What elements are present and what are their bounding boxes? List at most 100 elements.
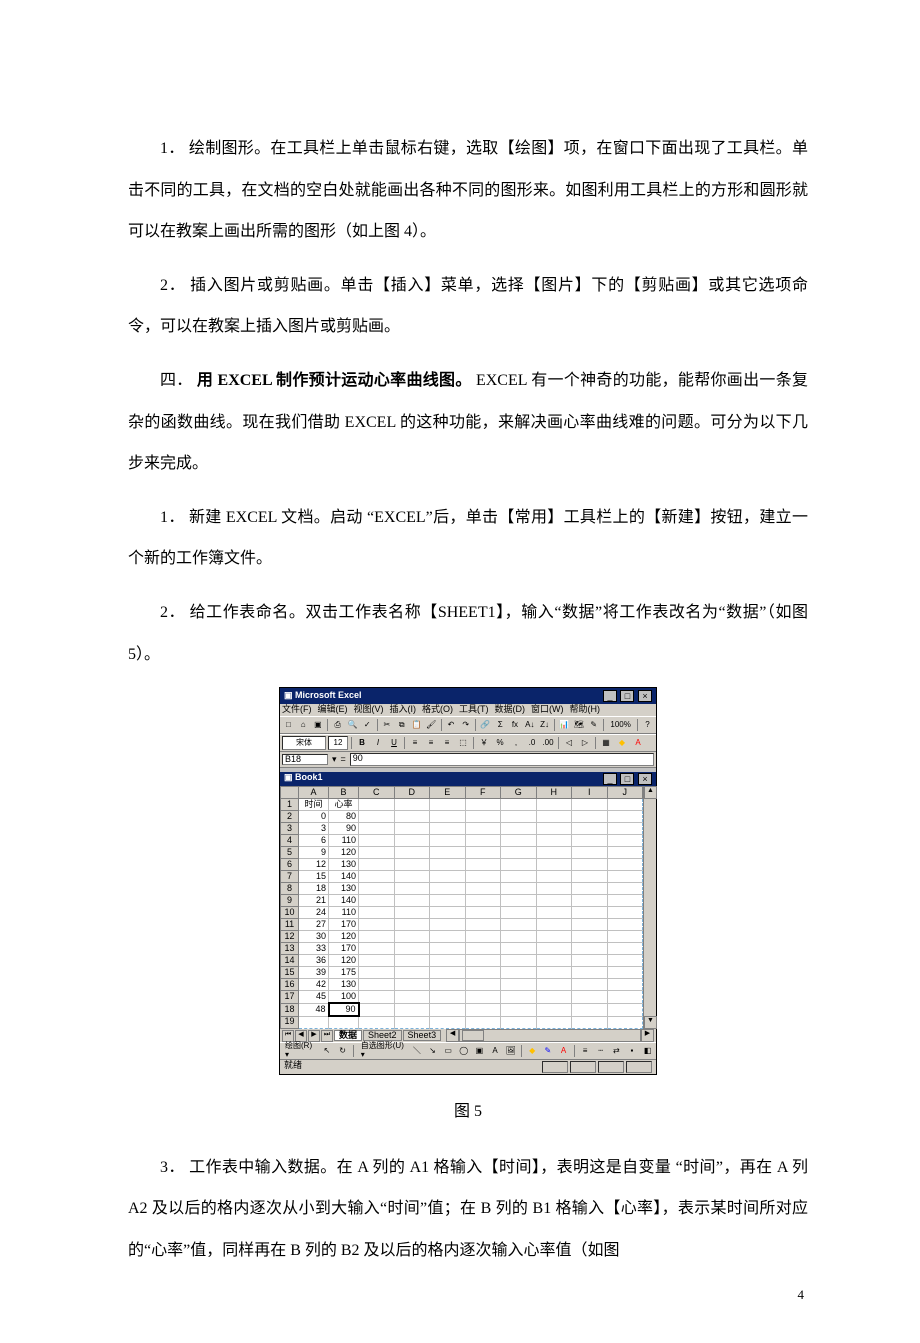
- save-icon[interactable]: ▣: [312, 718, 325, 732]
- cut-icon[interactable]: ✂: [381, 718, 394, 732]
- sort-asc-icon[interactable]: A↓: [523, 718, 536, 732]
- cell[interactable]: [501, 979, 537, 991]
- cell[interactable]: [572, 811, 608, 823]
- row-header[interactable]: 13: [281, 943, 299, 955]
- cell[interactable]: [501, 955, 537, 967]
- menu-insert[interactable]: 插入(I): [390, 705, 417, 715]
- cell[interactable]: [465, 943, 501, 955]
- cell[interactable]: 110: [329, 907, 359, 919]
- drawing-icon[interactable]: ✎: [587, 718, 600, 732]
- undo-icon[interactable]: ↶: [445, 718, 458, 732]
- cell[interactable]: 90: [329, 823, 359, 835]
- cell[interactable]: [501, 823, 537, 835]
- close-button[interactable]: ×: [638, 690, 652, 702]
- col-F[interactable]: F: [465, 787, 501, 799]
- tab-next-icon[interactable]: ▶: [308, 1030, 320, 1042]
- cell[interactable]: [465, 799, 501, 811]
- col-C[interactable]: C: [359, 787, 395, 799]
- cell[interactable]: [430, 835, 466, 847]
- cell[interactable]: [394, 979, 430, 991]
- row-header[interactable]: 19: [281, 1016, 299, 1029]
- cell[interactable]: [359, 859, 395, 871]
- cell[interactable]: 120: [329, 847, 359, 859]
- cell[interactable]: [536, 859, 572, 871]
- cell[interactable]: [465, 883, 501, 895]
- cell[interactable]: [394, 823, 430, 835]
- tab-first-icon[interactable]: ⏮: [282, 1030, 294, 1042]
- cell[interactable]: [359, 871, 395, 883]
- cell[interactable]: [465, 823, 501, 835]
- inc-decimal-icon[interactable]: .0: [525, 736, 539, 750]
- col-J[interactable]: J: [607, 787, 643, 799]
- cell[interactable]: [607, 835, 643, 847]
- scroll-left-icon[interactable]: ◀: [446, 1029, 459, 1042]
- cell[interactable]: [607, 799, 643, 811]
- cell[interactable]: [430, 979, 466, 991]
- cell[interactable]: [572, 943, 608, 955]
- dropdown-icon[interactable]: ▾: [332, 755, 337, 765]
- cell[interactable]: [607, 991, 643, 1004]
- arrow-icon[interactable]: ↘: [426, 1044, 439, 1058]
- cell[interactable]: [572, 847, 608, 859]
- cell[interactable]: [501, 907, 537, 919]
- print-icon[interactable]: ⎙: [331, 718, 344, 732]
- row-header[interactable]: 2: [281, 811, 299, 823]
- redo-icon[interactable]: ↷: [459, 718, 472, 732]
- col-G[interactable]: G: [501, 787, 537, 799]
- cell[interactable]: 48: [299, 1003, 329, 1016]
- fill-color-btn-icon[interactable]: ◆: [526, 1044, 539, 1058]
- autoshapes-menu[interactable]: 自选图形(U) ▾: [358, 1044, 408, 1058]
- cell[interactable]: [607, 979, 643, 991]
- cell[interactable]: [536, 1016, 572, 1029]
- cell[interactable]: [394, 835, 430, 847]
- cell[interactable]: 90: [329, 1003, 359, 1016]
- cell[interactable]: [359, 1016, 395, 1029]
- paste-icon[interactable]: 📋: [410, 718, 423, 732]
- clipart-icon[interactable]: 🖼: [504, 1044, 517, 1058]
- cell[interactable]: [501, 859, 537, 871]
- cell[interactable]: 42: [299, 979, 329, 991]
- cell[interactable]: [394, 895, 430, 907]
- cell[interactable]: [359, 799, 395, 811]
- cell[interactable]: [359, 979, 395, 991]
- font-name-select[interactable]: 宋体: [282, 736, 326, 750]
- cell[interactable]: 130: [329, 979, 359, 991]
- scroll-down-icon[interactable]: ▼: [644, 1016, 657, 1029]
- cell[interactable]: [501, 919, 537, 931]
- formula-input[interactable]: 90: [350, 753, 654, 766]
- cell[interactable]: [430, 991, 466, 1004]
- cell[interactable]: [501, 835, 537, 847]
- cell[interactable]: [536, 1003, 572, 1016]
- cell[interactable]: [501, 799, 537, 811]
- name-box[interactable]: B18: [282, 754, 328, 766]
- menu-edit[interactable]: 编辑(E): [318, 705, 348, 715]
- cell[interactable]: [501, 1016, 537, 1029]
- cell[interactable]: [394, 955, 430, 967]
- cell[interactable]: [607, 811, 643, 823]
- row-header[interactable]: 6: [281, 859, 299, 871]
- cell[interactable]: 140: [329, 871, 359, 883]
- wordart-icon[interactable]: A: [489, 1044, 502, 1058]
- row-header[interactable]: 8: [281, 883, 299, 895]
- menu-tools[interactable]: 工具(T): [459, 705, 489, 715]
- cell[interactable]: [572, 835, 608, 847]
- cell[interactable]: [607, 907, 643, 919]
- cell[interactable]: [536, 955, 572, 967]
- row-header[interactable]: 1: [281, 799, 299, 811]
- row-header[interactable]: 9: [281, 895, 299, 907]
- cell[interactable]: [607, 1003, 643, 1016]
- row-header[interactable]: 11: [281, 919, 299, 931]
- cell[interactable]: [394, 871, 430, 883]
- cell[interactable]: [394, 847, 430, 859]
- cell[interactable]: [536, 871, 572, 883]
- row-header[interactable]: 5: [281, 847, 299, 859]
- menu-view[interactable]: 视图(V): [354, 705, 384, 715]
- cell[interactable]: [394, 859, 430, 871]
- col-I[interactable]: I: [572, 787, 608, 799]
- merge-icon[interactable]: ⬚: [456, 736, 470, 750]
- menu-help[interactable]: 帮助(H): [570, 705, 601, 715]
- rotate-icon[interactable]: ↻: [336, 1044, 349, 1058]
- cell[interactable]: [430, 811, 466, 823]
- rectangle-icon[interactable]: ▭: [442, 1044, 455, 1058]
- menu-data[interactable]: 数据(D): [495, 705, 526, 715]
